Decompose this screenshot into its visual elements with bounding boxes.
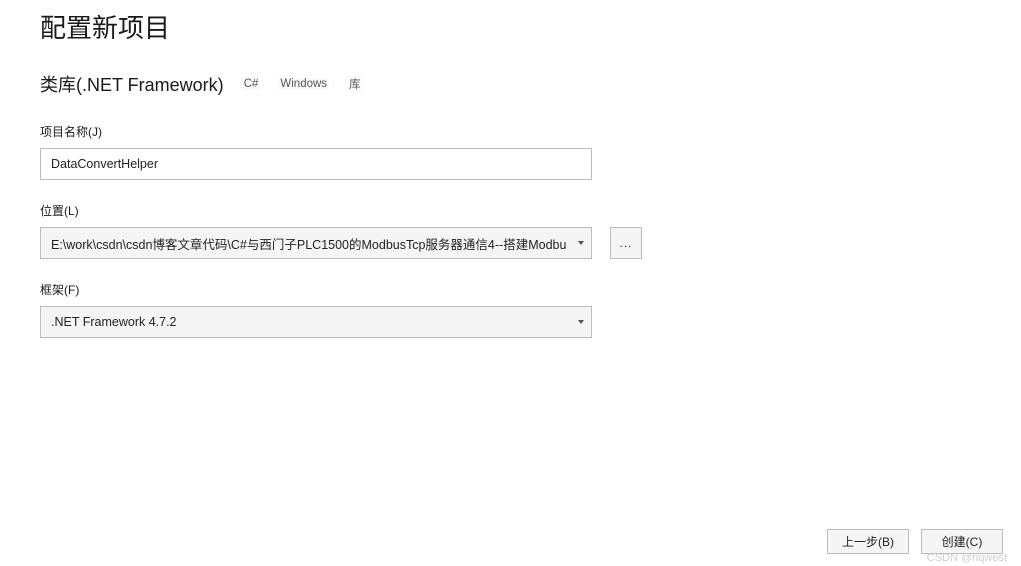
- framework-group: 框架(F): [40, 281, 981, 338]
- framework-input[interactable]: [40, 306, 592, 338]
- tag-csharp: C#: [242, 78, 261, 90]
- browse-button[interactable]: ...: [610, 227, 642, 259]
- tag-windows: Windows: [278, 78, 329, 90]
- back-button[interactable]: 上一步(B): [827, 529, 909, 554]
- dialog-content: 配置新项目 类库(.NET Framework) C# Windows 库 项目…: [0, 0, 1021, 338]
- location-input[interactable]: [40, 227, 592, 259]
- footer-buttons: 上一步(B) 创建(C): [827, 529, 1003, 554]
- location-group: 位置(L) ...: [40, 202, 981, 259]
- project-name-input[interactable]: [40, 148, 592, 180]
- framework-label: 框架(F): [40, 281, 981, 298]
- project-name-group: 项目名称(J): [40, 123, 981, 180]
- project-type-subtitle: 类库(.NET Framework): [40, 71, 224, 97]
- tag-library: 库: [347, 76, 363, 92]
- page-title: 配置新项目: [40, 8, 981, 45]
- create-button[interactable]: 创建(C): [921, 529, 1003, 554]
- subtitle-row: 类库(.NET Framework) C# Windows 库: [40, 71, 981, 97]
- framework-combo[interactable]: [40, 306, 592, 338]
- location-label: 位置(L): [40, 202, 981, 219]
- location-combo[interactable]: [40, 227, 592, 259]
- location-row: ...: [40, 227, 981, 259]
- project-name-label: 项目名称(J): [40, 123, 981, 140]
